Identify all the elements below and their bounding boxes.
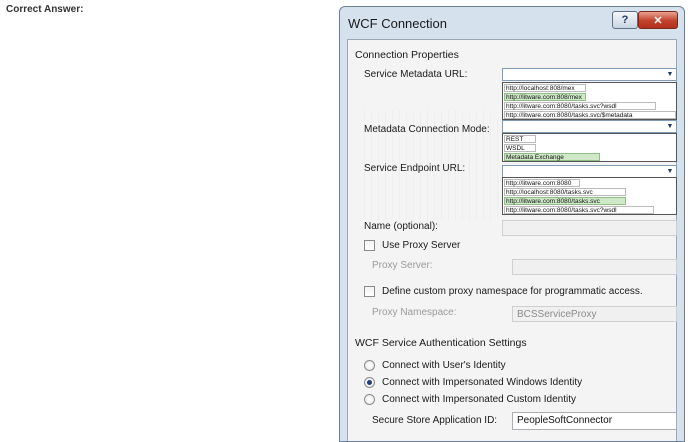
service-metadata-url-combo[interactable]: ▼ <box>502 68 677 81</box>
name-optional-label: Name (optional): <box>364 221 438 232</box>
auth-custom-identity-radio[interactable] <box>364 394 375 405</box>
list-item[interactable]: http://litware.com:8080/tasks.svc/$metad… <box>504 111 676 119</box>
metadata-connection-mode-combo[interactable]: ▼ <box>502 120 677 133</box>
list-item[interactable]: http://litware.com:8080 <box>504 179 580 187</box>
auth-user-identity-label: Connect with User's Identity <box>382 360 506 371</box>
auth-windows-identity-radio[interactable] <box>364 377 375 388</box>
dialog-title: WCF Connection <box>348 16 447 31</box>
define-custom-proxy-label: Define custom proxy namespace for progra… <box>382 286 643 297</box>
service-endpoint-url-label: Service Endpoint URL: <box>364 163 466 174</box>
secure-store-app-id-input[interactable]: PeopleSoftConnector <box>512 412 677 430</box>
list-item[interactable]: WSDL <box>504 144 536 152</box>
proxy-server-label: Proxy Server: <box>372 260 433 271</box>
secure-store-app-id-label: Secure Store Application ID: <box>372 415 498 426</box>
list-item[interactable]: http://localhost:8080/tasks.svc <box>504 188 626 196</box>
connection-properties-heading: Connection Properties <box>355 49 459 61</box>
auth-user-identity-radio[interactable] <box>364 360 375 371</box>
correct-answer-caption: Correct Answer: <box>6 4 84 15</box>
metadata-connection-mode-label: Metadata Connection Mode: <box>364 124 490 135</box>
list-item-selected[interactable]: Metadata Exchange <box>504 153 600 161</box>
close-button[interactable]: ✕ <box>638 11 678 29</box>
define-custom-proxy-checkbox[interactable] <box>364 286 375 297</box>
list-item-selected[interactable]: http://litware.com:808/mex <box>504 93 586 101</box>
list-item[interactable]: REST <box>504 135 536 143</box>
proxy-namespace-input[interactable]: BCSServiceProxy <box>512 306 677 322</box>
help-button[interactable]: ? <box>612 11 638 29</box>
close-icon: ✕ <box>653 14 663 27</box>
radio-selected-dot <box>367 380 372 385</box>
proxy-server-input[interactable] <box>512 259 677 275</box>
proxy-namespace-label: Proxy Namespace: <box>372 307 457 318</box>
use-proxy-server-checkbox[interactable] <box>364 240 375 251</box>
auth-settings-heading: WCF Service Authentication Settings <box>355 337 527 349</box>
help-icon: ? <box>621 14 629 26</box>
list-item[interactable]: http://litware.com:8080/tasks.svc?wsdl <box>504 102 656 110</box>
auth-windows-identity-label: Connect with Impersonated Windows Identi… <box>382 377 583 388</box>
service-endpoint-url-list: http://litware.com:8080 http://localhost… <box>502 177 677 215</box>
list-item[interactable]: http://localhost:808/mex <box>504 84 586 92</box>
dialog-client-area: Connection Properties Service Metadata U… <box>347 39 677 441</box>
service-metadata-url-label: Service Metadata URL: <box>364 69 468 80</box>
name-optional-input[interactable] <box>502 220 677 236</box>
list-item-selected[interactable]: http://litware.com:8080/tasks.svc <box>504 197 626 205</box>
chevron-down-icon[interactable]: ▼ <box>665 69 675 80</box>
metadata-connection-mode-list: REST WSDL Metadata Exchange <box>502 133 677 162</box>
use-proxy-server-label: Use Proxy Server <box>382 240 461 251</box>
title-bar[interactable]: WCF Connection ? ✕ <box>340 7 684 37</box>
chevron-down-icon[interactable]: ▼ <box>665 121 675 132</box>
wcf-connection-dialog: WCF Connection ? ✕ Connection Properties… <box>339 6 685 442</box>
auth-custom-identity-label: Connect with Impersonated Custom Identit… <box>382 394 576 405</box>
chevron-down-icon[interactable]: ▼ <box>665 166 675 177</box>
service-metadata-url-list: http://localhost:808/mex http://litware.… <box>502 82 677 120</box>
list-item[interactable]: http://litware.com:8080/tasks.svc?wsdl <box>504 206 654 214</box>
